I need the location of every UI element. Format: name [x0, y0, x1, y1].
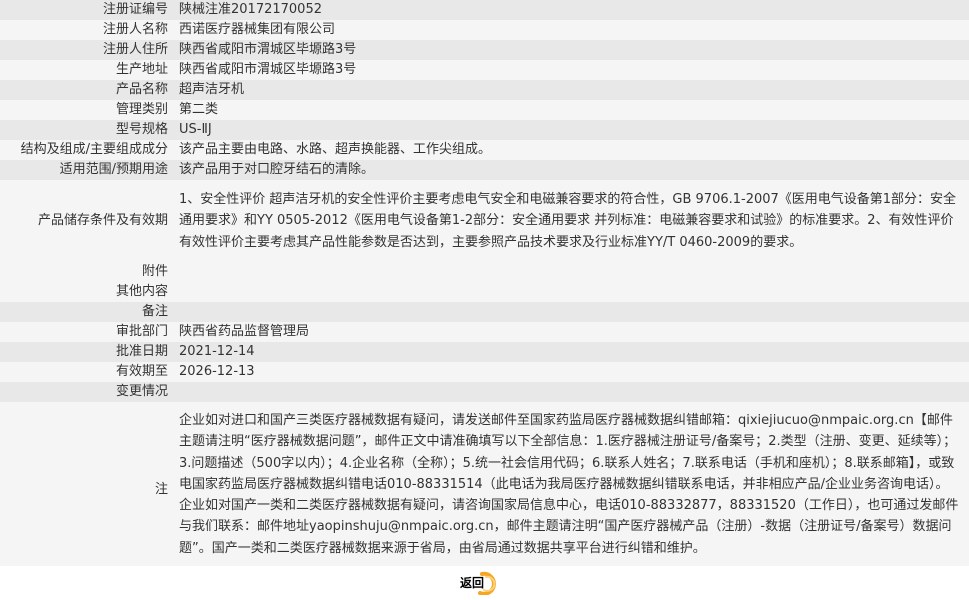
row-valid-until: 有效期至 2026-12-13 — [0, 362, 969, 382]
row-management-category: 管理类别 第二类 — [0, 100, 969, 120]
row-note: 注 企业如对进口和国产三类医疗器械数据有疑问，请发送邮件至国家药监局医疗器械数据… — [0, 402, 969, 577]
row-model-spec: 型号规格 US-ⅡJ — [0, 120, 969, 140]
field-value — [173, 382, 969, 402]
field-value: 该产品用于对口腔牙结石的清除。 — [173, 160, 969, 180]
row-registration-number: 注册证编号 陕械注准20172170052 — [0, 0, 969, 20]
row-product-name: 产品名称 超声洁牙机 — [0, 80, 969, 100]
field-value — [173, 302, 969, 322]
field-value: 第二类 — [173, 100, 969, 120]
field-value: 陕西省药品监督管理局 — [173, 322, 969, 342]
back-button[interactable]: 返回 — [456, 571, 504, 595]
field-value: 1、安全性评价 超声洁牙机的安全性评价主要考虑电气安全和电磁兼容要求的符合性，G… — [173, 180, 969, 262]
row-approval-date: 批准日期 2021-12-14 — [0, 342, 969, 362]
row-intended-use: 适用范围/预期用途 该产品用于对口腔牙结石的清除。 — [0, 160, 969, 180]
field-label: 注册证编号 — [0, 0, 173, 20]
field-label: 管理类别 — [0, 100, 173, 120]
field-value: US-ⅡJ — [173, 120, 969, 140]
field-label: 注册人住所 — [0, 40, 173, 60]
field-value: 2021-12-14 — [173, 342, 969, 362]
field-label: 适用范围/预期用途 — [0, 160, 173, 180]
note-label: 注 — [0, 402, 173, 577]
field-value: 该产品主要由电路、水路、超声换能器、工作尖组成。 — [173, 140, 969, 160]
field-label: 其他内容 — [0, 282, 173, 302]
registration-detail-table: 注册证编号 陕械注准20172170052 注册人名称 西诺医疗器械集团有限公司… — [0, 0, 969, 577]
field-label: 批准日期 — [0, 342, 173, 362]
field-value: 超声洁牙机 — [173, 80, 969, 100]
field-label: 结构及组成/主要组成成分 — [0, 140, 173, 160]
row-registrant-address: 注册人住所 陕西省咸阳市渭城区毕塬路3号 — [0, 40, 969, 60]
field-value — [173, 262, 969, 282]
field-value: 陕西省咸阳市渭城区毕塬路3号 — [173, 40, 969, 60]
field-label: 产品储存条件及有效期 — [0, 180, 173, 262]
row-attachments: 附件 — [0, 262, 969, 282]
field-value: 陕械注准20172170052 — [173, 0, 969, 20]
field-label: 注册人名称 — [0, 20, 173, 40]
field-label: 变更情况 — [0, 382, 173, 402]
row-other-content: 其他内容 — [0, 282, 969, 302]
field-value: 2026-12-13 — [173, 362, 969, 382]
field-label: 备注 — [0, 302, 173, 322]
back-button-label: 返回 — [460, 576, 485, 590]
field-value — [173, 282, 969, 302]
field-label: 型号规格 — [0, 120, 173, 140]
field-value: 陕西省咸阳市渭城区毕塬路3号 — [173, 60, 969, 80]
row-storage-validity: 产品储存条件及有效期 1、安全性评价 超声洁牙机的安全性评价主要考虑电气安全和电… — [0, 180, 969, 262]
field-value: 西诺医疗器械集团有限公司 — [173, 20, 969, 40]
row-registrant-name: 注册人名称 西诺医疗器械集团有限公司 — [0, 20, 969, 40]
note-text: 企业如对进口和国产三类医疗器械数据有疑问，请发送邮件至国家药监局医疗器械数据纠错… — [173, 402, 969, 577]
row-production-address: 生产地址 陕西省咸阳市渭城区毕塬路3号 — [0, 60, 969, 80]
row-approval-department: 审批部门 陕西省药品监督管理局 — [0, 322, 969, 342]
row-remarks: 备注 — [0, 302, 969, 322]
field-label: 审批部门 — [0, 322, 173, 342]
field-label: 生产地址 — [0, 60, 173, 80]
field-label: 有效期至 — [0, 362, 173, 382]
row-change-history: 变更情况 — [0, 382, 969, 402]
field-label: 附件 — [0, 262, 173, 282]
row-structure-composition: 结构及组成/主要组成成分 该产品主要由电路、水路、超声换能器、工作尖组成。 — [0, 140, 969, 160]
field-label: 产品名称 — [0, 80, 173, 100]
